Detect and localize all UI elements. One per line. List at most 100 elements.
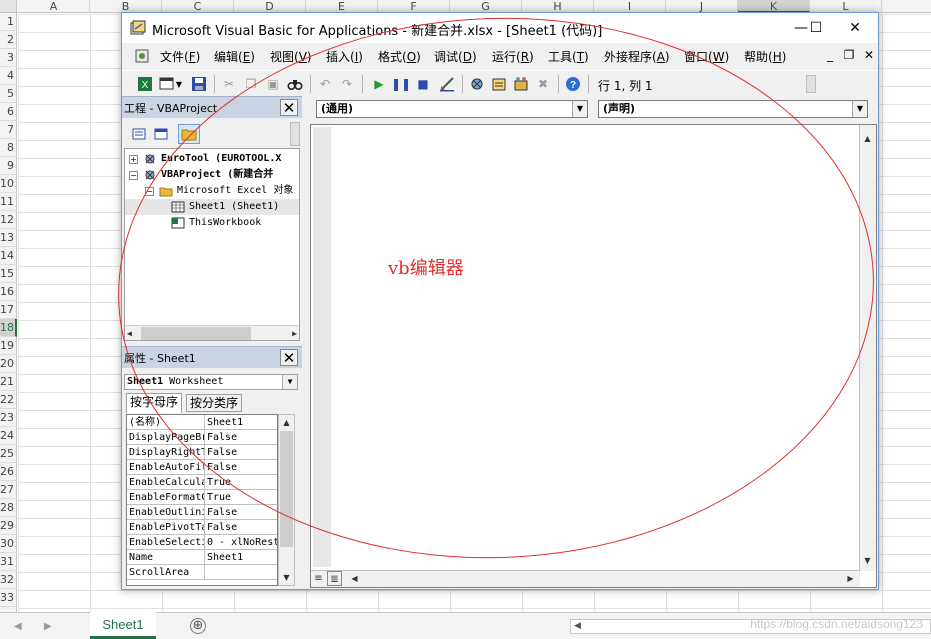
code-scroll-right-icon[interactable]: ▶	[843, 571, 858, 586]
code-editor[interactable]: ▲ ▼ ≡ ≣ ◀ ▶	[310, 124, 877, 588]
properties-pane-header[interactable]: 属性 - Sheet1 ✕	[122, 346, 302, 368]
scroll-left-icon[interactable]: ◀	[574, 621, 581, 631]
procedure-view-icon[interactable]: ≡	[311, 571, 326, 586]
property-value[interactable]: 0 - xlNoRestrictions	[207, 535, 277, 550]
props-scroll-down-icon[interactable]: ▼	[279, 570, 294, 585]
run-icon[interactable]: ▶	[370, 75, 388, 93]
full-module-view-icon[interactable]: ≣	[327, 571, 342, 586]
row-header[interactable]: 21	[0, 373, 17, 391]
menu-item[interactable]: 插入(I)	[326, 48, 363, 65]
tree-item[interactable]: Sheet1 (Sheet1)	[125, 199, 299, 215]
redo-icon[interactable]: ↷	[338, 75, 356, 93]
tree-item[interactable]: + EuroTool (EUROTOOL.X	[125, 151, 299, 167]
insert-dropdown-icon[interactable]: ▼	[174, 75, 184, 93]
property-value[interactable]: Sheet1	[207, 415, 277, 430]
object-combo[interactable]: (通用) ▼	[316, 100, 588, 118]
tab-alphabetic[interactable]: 按字母序	[126, 393, 183, 413]
collapse-icon[interactable]: −	[129, 171, 138, 180]
reset-icon[interactable]: ■	[414, 75, 432, 93]
property-value[interactable]: False	[207, 520, 277, 535]
break-icon[interactable]: ❚❚	[391, 75, 411, 93]
close-button[interactable]: ✕	[832, 13, 878, 43]
tree-scroll-right-icon[interactable]: ▶	[292, 326, 297, 340]
object-dropdown-icon[interactable]: ▼	[282, 375, 297, 389]
maximize-button[interactable]: ☐	[796, 13, 836, 43]
next-sheet-icon[interactable]: ▶	[44, 621, 52, 632]
project-tree-hscrollbar[interactable]: ◀ ▶	[125, 325, 299, 340]
property-row[interactable]: DisplayPageBreaksFalse	[127, 430, 277, 445]
row-header[interactable]: 29	[0, 517, 17, 535]
props-scroll-thumb[interactable]	[280, 431, 293, 547]
property-value[interactable]: False	[207, 460, 277, 475]
help-icon[interactable]: ?	[564, 75, 582, 93]
mdi-minimize-button[interactable]: _	[823, 48, 837, 62]
design-mode-icon[interactable]	[438, 75, 456, 93]
vba-editor-window[interactable]: Microsoft Visual Basic for Applications …	[121, 12, 879, 590]
properties-window-icon[interactable]	[490, 75, 508, 93]
row-header[interactable]: 25	[0, 445, 17, 463]
procedure-combo[interactable]: (声明) ▼	[598, 100, 868, 118]
row-header[interactable]: 17	[0, 301, 17, 319]
procedure-combo-dropdown-icon[interactable]: ▼	[852, 101, 867, 117]
view-excel-icon[interactable]: X	[136, 75, 154, 93]
properties-vscrollbar[interactable]: ▲ ▼	[278, 414, 295, 586]
row-header[interactable]: 30	[0, 535, 17, 553]
project-toolbar-options-icon[interactable]	[290, 122, 300, 146]
add-sheet-icon[interactable]: ⊕	[190, 618, 206, 634]
property-row[interactable]: (名称) Sheet1	[127, 415, 277, 430]
menu-item[interactable]: 调试(D)	[434, 48, 477, 65]
code-scroll-left-icon[interactable]: ◀	[347, 571, 362, 586]
property-row[interactable]: EnableFormatConditionsCalculationTrue	[127, 490, 277, 505]
properties-object-select[interactable]: Sheet1 Worksheet ▼	[124, 374, 298, 390]
margin-indicator-bar[interactable]	[313, 127, 331, 567]
row-header[interactable]: 8	[0, 139, 17, 157]
property-value[interactable]: True	[207, 475, 277, 490]
row-header[interactable]: 22	[0, 391, 17, 409]
row-header[interactable]: 11	[0, 193, 17, 211]
row-header[interactable]: 9	[0, 157, 17, 175]
property-value[interactable]: False	[207, 430, 277, 445]
property-row[interactable]: EnablePivotTableFalse	[127, 520, 277, 535]
menu-item[interactable]: 外接程序(A)	[604, 48, 670, 65]
menu-item[interactable]: 视图(V)	[270, 48, 312, 65]
tree-item[interactable]: ThisWorkbook	[125, 215, 299, 231]
column-header[interactable]: A	[18, 0, 90, 13]
property-row[interactable]: Name Sheet1	[127, 550, 277, 565]
code-hscrollbar[interactable]: ≡ ≣ ◀ ▶	[311, 570, 860, 587]
row-header[interactable]: 16	[0, 283, 17, 301]
row-header[interactable]: 26	[0, 463, 17, 481]
row-header[interactable]: 3	[0, 49, 17, 67]
row-header[interactable]: 32	[0, 571, 17, 589]
property-row[interactable]: ScrollArea	[127, 565, 277, 580]
property-value[interactable]: False	[207, 445, 277, 460]
view-object-icon[interactable]	[152, 125, 170, 143]
project-pane-header[interactable]: 工程 - VBAProject ✕	[122, 96, 302, 118]
tree-item[interactable]: − Microsoft Excel 对象	[125, 183, 299, 199]
row-header[interactable]: 23	[0, 409, 17, 427]
project-tree[interactable]: ThisWorkbook Sheet1 (Sheet1) − Microsoft Ex…	[124, 148, 300, 341]
property-row[interactable]: EnableSelection0 - xlNoRestrictions	[127, 535, 277, 550]
row-header[interactable]: 6	[0, 103, 17, 121]
toolbar-options-icon[interactable]	[806, 75, 816, 93]
property-row[interactable]: DisplayRightToLeftFalse	[127, 445, 277, 460]
row-header[interactable]: 13	[0, 229, 17, 247]
expand-icon[interactable]: +	[129, 155, 138, 164]
row-header[interactable]: 12	[0, 211, 17, 229]
property-value[interactable]: True	[207, 490, 277, 505]
property-row[interactable]: EnableOutliningFalse	[127, 505, 277, 520]
toggle-folders-icon[interactable]	[178, 124, 200, 144]
property-value[interactable]: Sheet1	[207, 550, 277, 565]
row-header[interactable]: 7	[0, 121, 17, 139]
row-header[interactable]: 5	[0, 85, 17, 103]
row-header[interactable]: 2	[0, 31, 17, 49]
row-header[interactable]: 24	[0, 427, 17, 445]
view-code-icon[interactable]	[130, 125, 148, 143]
row-header[interactable]: 33	[0, 589, 17, 607]
object-browser-icon[interactable]	[512, 75, 530, 93]
sheet-tab-sheet1[interactable]: Sheet1	[90, 612, 156, 639]
row-header[interactable]: 31	[0, 553, 17, 571]
menu-item[interactable]: 文件(F)	[160, 48, 200, 65]
row-header[interactable]: 1	[0, 13, 17, 31]
row-header[interactable]: 14	[0, 247, 17, 265]
menu-item[interactable]: 编辑(E)	[214, 48, 255, 65]
